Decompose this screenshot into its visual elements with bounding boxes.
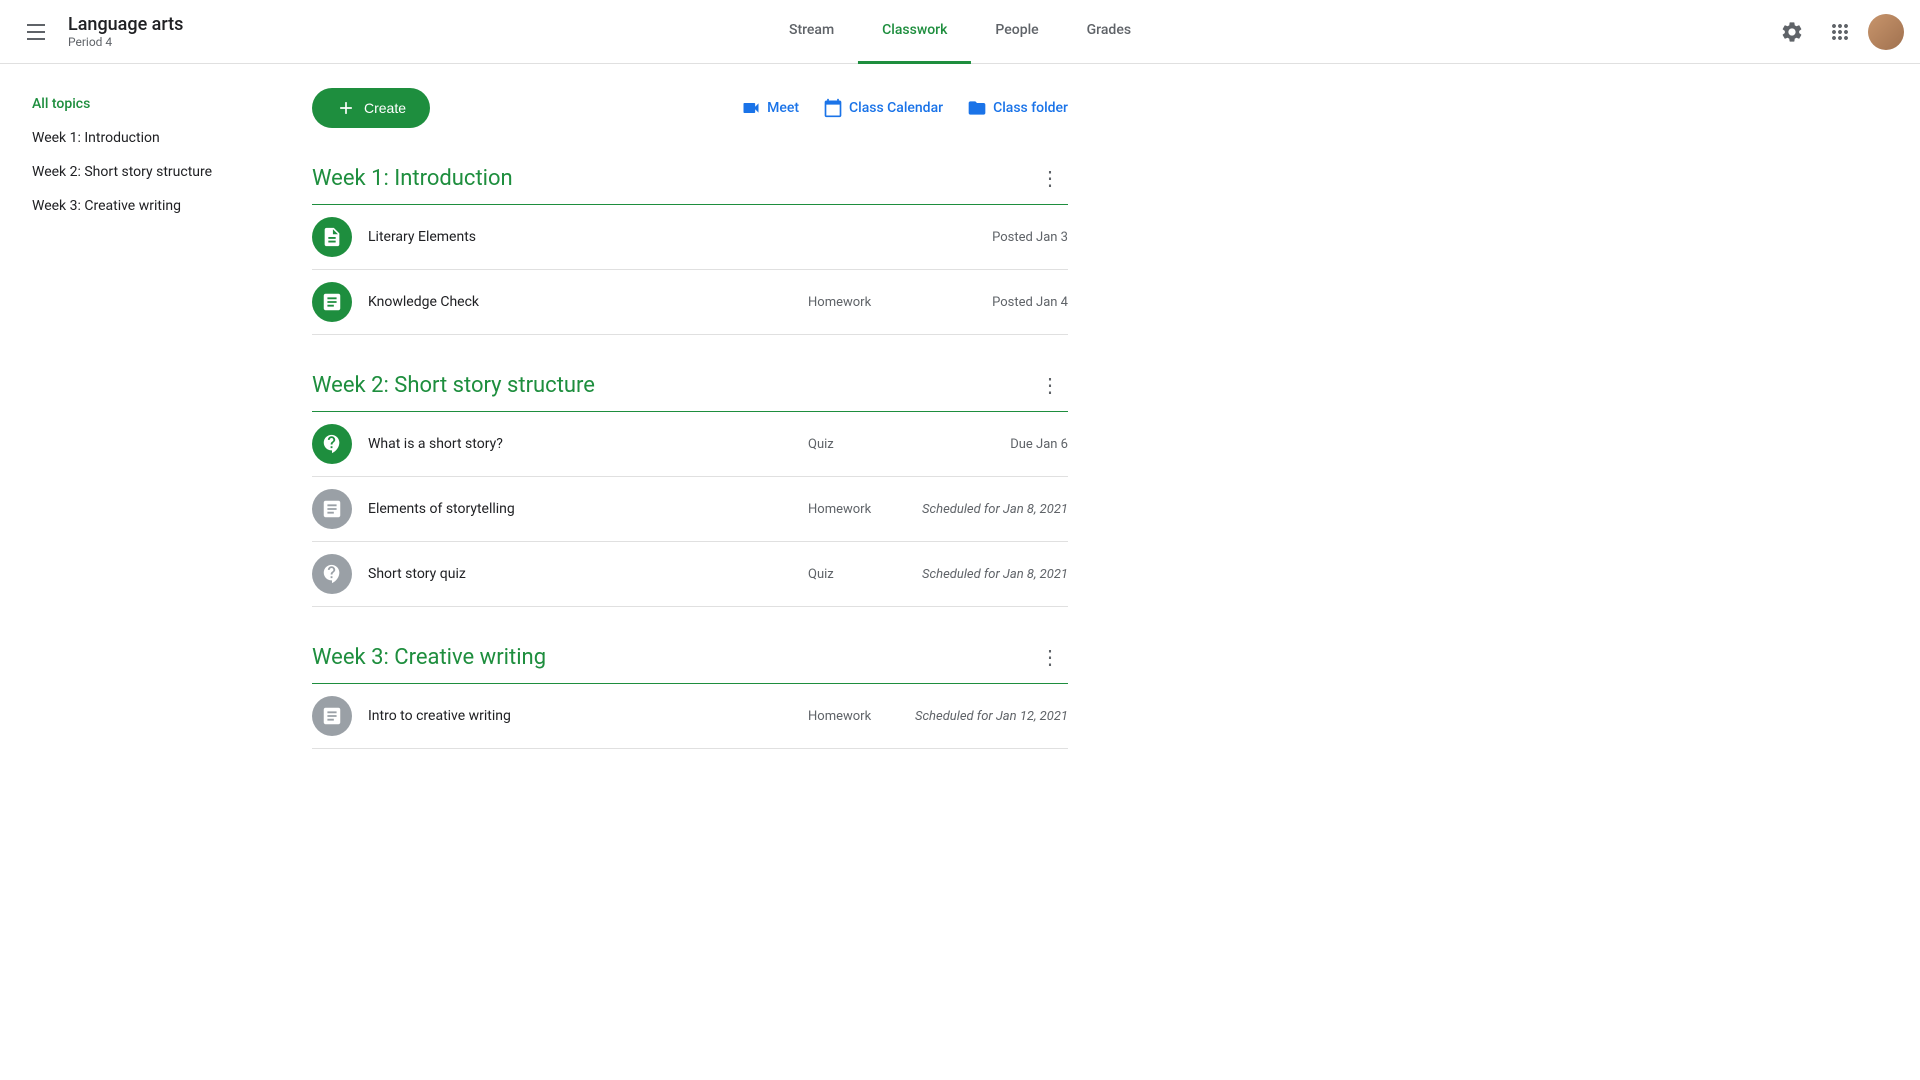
sidebar-item-all-topics[interactable]: All topics [16, 88, 264, 120]
class-folder-link[interactable]: Class folder [967, 98, 1068, 118]
week1-title: Week 1: Introduction [312, 166, 513, 191]
header-right [1772, 12, 1904, 52]
main-content: Create Meet Class Calendar Class folder [280, 64, 1100, 1080]
knowledge-check-name: Knowledge Check [368, 294, 808, 310]
sidebar: All topics Week 1: Introduction Week 2: … [0, 64, 280, 1080]
week3-title: Week 3: Creative writing [312, 645, 546, 670]
week1-header: Week 1: Introduction ⋮ [312, 160, 1068, 205]
short-story-date: Due Jan 6 [888, 437, 1068, 452]
short-story-quiz-name: Short story quiz [368, 566, 808, 582]
week3-header: Week 3: Creative writing ⋮ [312, 639, 1068, 684]
toolbar: Create Meet Class Calendar Class folder [312, 88, 1068, 128]
nav-classwork[interactable]: Classwork [858, 0, 971, 64]
class-subtitle: Period 4 [68, 35, 183, 49]
doc-icon [321, 226, 343, 248]
assignment-gray-icon [321, 498, 343, 520]
week1-more-button[interactable]: ⋮ [1032, 160, 1068, 196]
folder-icon [967, 98, 987, 118]
short-story-icon [312, 424, 352, 464]
meet-link[interactable]: Meet [741, 98, 799, 118]
literary-elements-date: Posted Jan 3 [888, 230, 1068, 245]
week2-section: Week 2: Short story structure ⋮ What is … [312, 367, 1068, 607]
nav-stream[interactable]: Stream [765, 0, 858, 64]
main-nav: Stream Classwork People Grades [765, 0, 1155, 64]
nav-grades[interactable]: Grades [1063, 0, 1155, 64]
apps-button[interactable] [1820, 12, 1860, 52]
knowledge-check-icon [312, 282, 352, 322]
nav-people[interactable]: People [971, 0, 1062, 64]
storytelling-type: Homework [808, 502, 888, 517]
assignment-elements-of-storytelling[interactable]: Elements of storytelling Homework Schedu… [312, 477, 1068, 542]
class-calendar-link[interactable]: Class Calendar [823, 98, 943, 118]
storytelling-icon [312, 489, 352, 529]
class-title: Language arts [68, 14, 183, 35]
short-story-name: What is a short story? [368, 436, 808, 452]
week2-header: Week 2: Short story structure ⋮ [312, 367, 1068, 412]
storytelling-name: Elements of storytelling [368, 501, 808, 517]
header: Language arts Period 4 Stream Classwork … [0, 0, 1920, 64]
storytelling-date: Scheduled for Jan 8, 2021 [888, 502, 1068, 517]
plus-icon [336, 98, 356, 118]
assignment-literary-elements[interactable]: Literary Elements Posted Jan 3 [312, 205, 1068, 270]
creative-writing-icon [312, 696, 352, 736]
knowledge-check-date: Posted Jan 4 [888, 295, 1068, 310]
avatar[interactable] [1868, 14, 1904, 50]
sidebar-item-week2[interactable]: Week 2: Short story structure [16, 156, 264, 188]
short-story-quiz-type: Quiz [808, 567, 888, 582]
knowledge-check-type: Homework [808, 295, 888, 310]
short-story-type: Quiz [808, 437, 888, 452]
assignment-knowledge-check[interactable]: Knowledge Check Homework Posted Jan 4 [312, 270, 1068, 335]
sidebar-item-week1[interactable]: Week 1: Introduction [16, 122, 264, 154]
assignment-intro-creative-writing[interactable]: Intro to creative writing Homework Sched… [312, 684, 1068, 749]
short-story-quiz-icon [312, 554, 352, 594]
creative-writing-type: Homework [808, 709, 888, 724]
assignment-icon [321, 291, 343, 313]
week3-section: Week 3: Creative writing ⋮ Intro to crea… [312, 639, 1068, 749]
settings-button[interactable] [1772, 12, 1812, 52]
meet-icon [741, 98, 761, 118]
calendar-icon [823, 98, 843, 118]
literary-elements-name: Literary Elements [368, 229, 808, 245]
menu-button[interactable] [16, 12, 56, 52]
week2-more-button[interactable]: ⋮ [1032, 367, 1068, 403]
literary-elements-icon [312, 217, 352, 257]
quiz-gray-icon [321, 563, 343, 585]
creative-writing-name: Intro to creative writing [368, 708, 808, 724]
assignment-creative-icon [321, 705, 343, 727]
assignment-short-story-quiz[interactable]: Short story quiz Quiz Scheduled for Jan … [312, 542, 1068, 607]
week1-section: Week 1: Introduction ⋮ Literary Elements… [312, 160, 1068, 335]
assignment-what-is-a-short-story[interactable]: What is a short story? Quiz Due Jan 6 [312, 412, 1068, 477]
header-left: Language arts Period 4 [16, 12, 236, 52]
create-button[interactable]: Create [312, 88, 430, 128]
quiz-icon [321, 433, 343, 455]
creative-writing-date: Scheduled for Jan 12, 2021 [888, 709, 1068, 724]
class-info: Language arts Period 4 [68, 14, 183, 49]
week2-title: Week 2: Short story structure [312, 373, 595, 398]
week3-more-button[interactable]: ⋮ [1032, 639, 1068, 675]
main-layout: All topics Week 1: Introduction Week 2: … [0, 64, 1920, 1080]
toolbar-links: Meet Class Calendar Class folder [741, 98, 1068, 118]
sidebar-item-week3[interactable]: Week 3: Creative writing [16, 190, 264, 222]
short-story-quiz-date: Scheduled for Jan 8, 2021 [888, 567, 1068, 582]
